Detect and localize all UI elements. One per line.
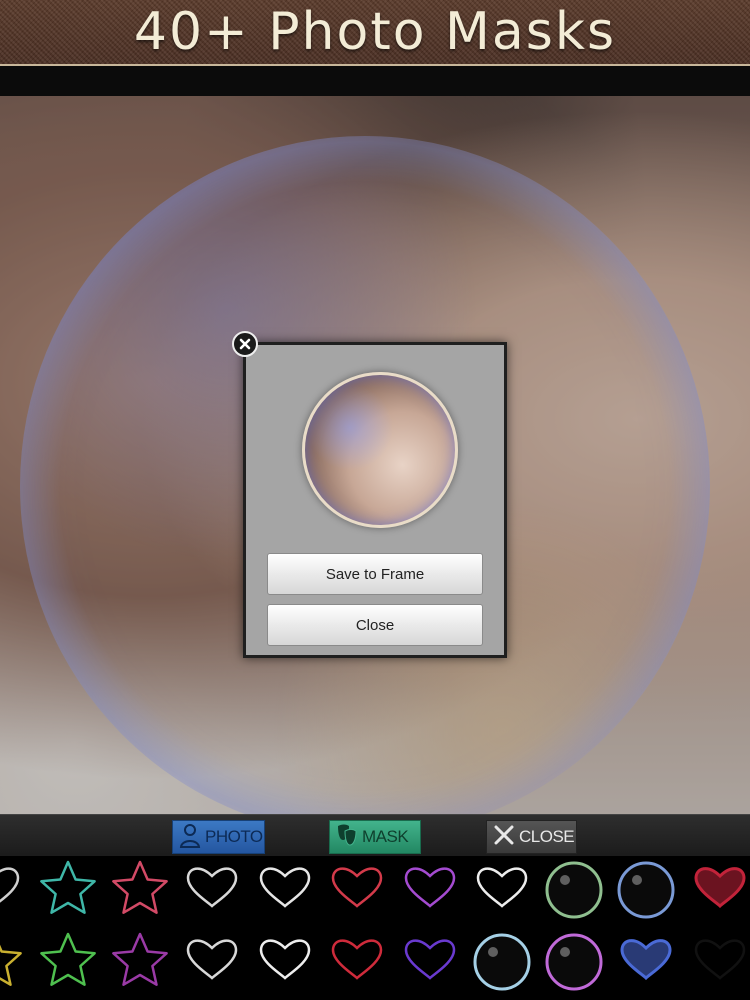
- heart-outline-icon[interactable]: [186, 939, 238, 980]
- banner-title: 40+ Photo Masks: [133, 2, 617, 62]
- bottom-toolbar: PHOTO MASK CLOSE: [0, 814, 750, 857]
- close-button[interactable]: Close: [267, 604, 483, 646]
- bubble-icon[interactable]: [545, 933, 603, 991]
- dialog-close-icon[interactable]: [232, 331, 258, 357]
- mask-gallery-canvas: [0, 860, 746, 991]
- heart-outline-icon[interactable]: [331, 939, 383, 980]
- mask-button[interactable]: MASK: [329, 820, 421, 854]
- star-outline-icon[interactable]: [40, 932, 96, 986]
- mask-gallery[interactable]: [0, 856, 750, 1000]
- save-to-frame-button[interactable]: Save to Frame: [267, 553, 483, 595]
- heart-glow-icon[interactable]: [620, 939, 672, 981]
- close-x-icon: [493, 824, 515, 851]
- heart-outline-icon[interactable]: [331, 867, 383, 908]
- heart-outline-icon[interactable]: [404, 867, 456, 908]
- masked-photo-preview: [302, 372, 458, 528]
- theater-masks-icon: [336, 823, 358, 852]
- bubble-icon[interactable]: [617, 861, 675, 919]
- heart-glow-icon[interactable]: [694, 867, 746, 909]
- heart-outline-icon[interactable]: [259, 939, 311, 980]
- app-banner: 40+ Photo Masks: [0, 0, 750, 66]
- star-outline-icon[interactable]: [112, 932, 168, 986]
- heart-outline-icon[interactable]: [694, 939, 746, 980]
- star-outline-icon[interactable]: [112, 860, 168, 914]
- bubble-icon[interactable]: [545, 861, 603, 919]
- toolbar-close-button[interactable]: CLOSE: [486, 820, 577, 854]
- person-icon: [179, 822, 201, 853]
- bubble-icon[interactable]: [473, 933, 531, 991]
- heart-outline-icon[interactable]: [259, 867, 311, 908]
- heart-outline-icon[interactable]: [0, 867, 20, 906]
- star-outline-icon[interactable]: [0, 934, 22, 986]
- photo-button-label: PHOTO: [205, 827, 263, 846]
- mask-button-label: MASK: [362, 827, 409, 846]
- banner-spacer: [0, 66, 750, 96]
- photo-button[interactable]: PHOTO: [172, 820, 265, 854]
- heart-outline-icon[interactable]: [476, 867, 528, 908]
- heart-outline-icon[interactable]: [404, 939, 456, 980]
- close-button-label: CLOSE: [519, 827, 575, 846]
- heart-outline-icon[interactable]: [186, 867, 238, 908]
- star-outline-icon[interactable]: [40, 860, 96, 914]
